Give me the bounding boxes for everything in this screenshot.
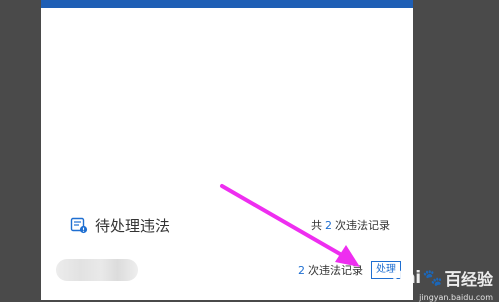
watermark-logo-tail: 百 [444, 270, 461, 290]
blurred-plate-number [56, 259, 138, 281]
pending-violations-header: 待处理违法 共 2 次违法记录 [70, 211, 390, 239]
document-alert-icon [70, 216, 88, 234]
watermark-logo: Bai [391, 267, 421, 288]
record-violation-count: 2 次违法记录 [298, 262, 363, 278]
total-count: 2 [325, 219, 332, 232]
app-panel: 待处理违法 共 2 次违法记录 2 次违法记录 处理 [41, 0, 413, 300]
top-bar [41, 0, 413, 8]
total-prefix: 共 [311, 219, 322, 232]
pending-title: 待处理违法 [95, 216, 171, 235]
paw-icon: 🐾 [422, 268, 443, 287]
vehicle-record-row[interactable]: 2 次违法记录 处理 [56, 257, 401, 283]
record-count: 2 [298, 264, 305, 277]
total-violations: 共 2 次违法记录 [311, 217, 390, 233]
baidu-jingyan-watermark: Bai 🐾 百 经验 jingyan.baidu.com [391, 265, 493, 302]
watermark-url: jingyan.baidu.com [419, 293, 493, 302]
total-suffix: 次违法记录 [335, 219, 390, 232]
record-count-suffix: 次违法记录 [308, 264, 363, 277]
watermark-text: 经验 [460, 269, 493, 289]
